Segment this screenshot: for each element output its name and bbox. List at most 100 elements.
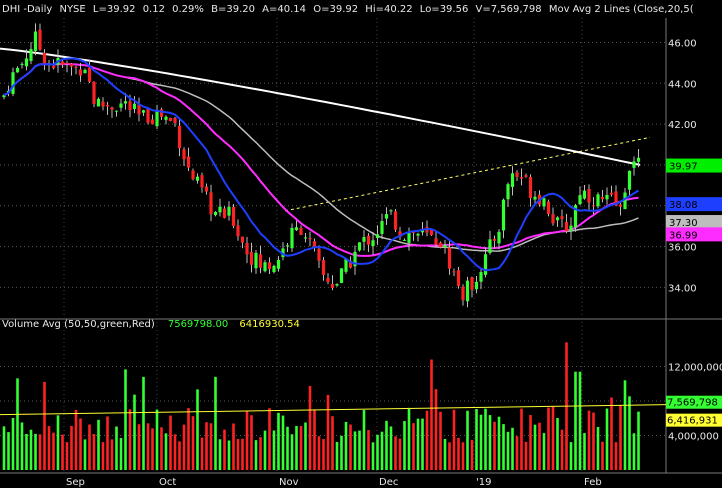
volume-bar	[277, 412, 280, 470]
header-change-pct: 0.29%	[172, 4, 204, 15]
candle-body	[200, 175, 204, 188]
volume-bar	[574, 371, 577, 470]
price-tick-label: 44.00	[668, 79, 697, 90]
candle-body	[483, 254, 488, 275]
volume-bar	[430, 359, 433, 470]
volume-bar	[38, 434, 42, 470]
volume-bar	[232, 423, 235, 470]
volume-bar	[493, 421, 496, 470]
header-study: Mov Avg 2 Lines (Close,20,5(	[549, 4, 694, 15]
header-exchange: NYSE	[59, 4, 85, 15]
candle-body	[290, 227, 294, 249]
volume-bar	[524, 441, 528, 470]
candle-body	[447, 247, 452, 269]
candle-body	[222, 208, 227, 218]
header-open: O=39.92	[313, 4, 358, 15]
candle-body	[123, 101, 128, 104]
volume-bar	[137, 424, 141, 470]
volume-bar	[254, 440, 258, 470]
volume-bar	[142, 376, 145, 470]
candle-body	[78, 69, 83, 76]
candle-body	[285, 245, 290, 247]
candle-body	[474, 281, 479, 290]
candle-body	[128, 101, 132, 111]
volume-bar	[623, 380, 627, 470]
volume-tick-label: 12,000,000	[668, 363, 722, 374]
volume-bar	[313, 409, 316, 470]
volume-bar	[479, 414, 483, 470]
candle-body	[605, 194, 609, 200]
volume-bar	[506, 431, 510, 470]
volume-bar	[259, 437, 262, 470]
candle-body	[587, 188, 591, 203]
candle-body	[218, 206, 222, 213]
candle-body	[524, 175, 528, 177]
candle-body	[488, 239, 492, 253]
volume-bar	[128, 409, 132, 470]
candle-body	[407, 233, 411, 243]
candle-body	[339, 268, 344, 284]
candle-body	[321, 260, 326, 275]
month-label: Sep	[66, 477, 85, 488]
volume-bar	[488, 415, 492, 470]
candle-body	[542, 198, 546, 207]
candle-body	[65, 62, 69, 64]
candle-body	[60, 61, 65, 65]
candle-body	[443, 244, 447, 248]
volume-bar	[547, 407, 550, 470]
volume-bar	[425, 410, 429, 470]
month-label: '19	[476, 477, 491, 488]
price-tag-label: 36.99	[669, 230, 698, 241]
volume-bar	[475, 409, 478, 470]
stock-chart[interactable]: DHI -Daily NYSE L=39.92 0.12 0.29% B=39.…	[0, 0, 722, 488]
volume-bar	[250, 415, 253, 470]
volume-bar	[326, 394, 330, 470]
volume-bar	[376, 434, 379, 470]
volume-bar	[83, 439, 87, 470]
volume-bar	[389, 426, 393, 470]
volume-bar	[200, 437, 204, 470]
header-ask: A=40.14	[262, 4, 306, 15]
volume-bar	[119, 438, 123, 470]
volume-bar	[191, 416, 195, 470]
volume-bar	[34, 433, 37, 470]
volume-bar	[101, 442, 105, 470]
volume-bar	[178, 441, 181, 470]
volume-bar	[272, 430, 276, 470]
candle-body	[195, 176, 200, 181]
volume-bar	[596, 426, 600, 470]
volume-bar	[317, 436, 321, 470]
volume-bar	[281, 415, 285, 470]
volume-bar	[214, 376, 217, 470]
volume-bar	[497, 416, 501, 470]
candle-body	[186, 156, 191, 168]
candle-body	[384, 214, 389, 219]
candle-body	[299, 228, 303, 235]
candle-body	[609, 192, 614, 195]
volume-bar	[457, 437, 460, 470]
volume-bar	[236, 439, 240, 470]
volume-bar	[29, 429, 33, 470]
volume-bar	[605, 408, 609, 470]
volume-bar	[290, 434, 294, 470]
candle-body	[42, 52, 47, 64]
volume-bar	[286, 426, 289, 470]
volume-bar	[241, 438, 244, 470]
volume-bar	[151, 428, 154, 470]
header-last: L=39.92	[93, 4, 136, 15]
candle-body	[182, 149, 186, 160]
candle-body	[137, 104, 141, 115]
candle-body	[209, 192, 213, 215]
candle-body	[636, 157, 641, 162]
month-label: Feb	[584, 477, 602, 488]
volume-bar	[92, 434, 96, 470]
candle-body	[20, 63, 24, 65]
volume-bar	[403, 421, 406, 470]
candle-body	[276, 259, 281, 269]
candle-body	[555, 217, 560, 221]
volume-bar	[245, 410, 249, 470]
candle-body	[173, 118, 177, 124]
candle-body	[240, 236, 245, 243]
volume-bar	[205, 422, 208, 470]
candle-body	[245, 243, 249, 255]
